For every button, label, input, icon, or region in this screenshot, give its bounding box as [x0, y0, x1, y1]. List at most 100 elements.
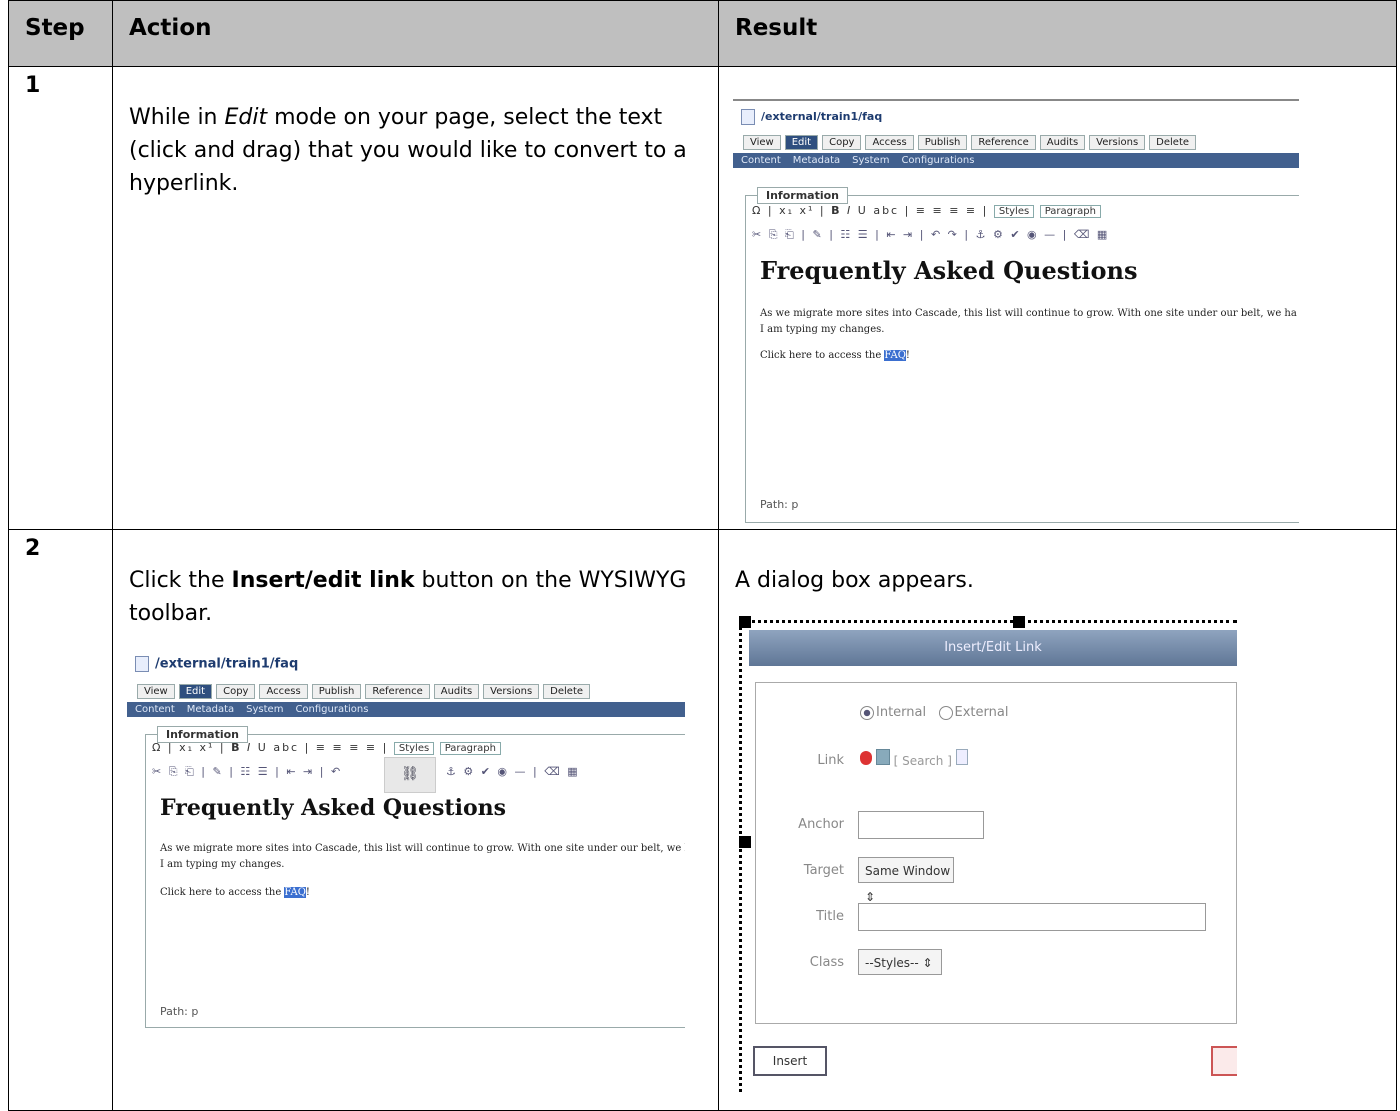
- action-cell: Click the Insert/edit link button on the…: [112, 529, 719, 1111]
- dialog-screenshot: Insert/Edit Link Internal External Link …: [739, 612, 1237, 1092]
- resize-handle[interactable]: [1013, 616, 1025, 628]
- target-select[interactable]: Same Window ⇕: [858, 857, 954, 904]
- tab-view[interactable]: View: [743, 135, 781, 150]
- action-text-emphasis: Edit: [224, 105, 268, 130]
- cms-tabs: View Edit Copy Access Publish Reference …: [743, 135, 1197, 150]
- faq-link-line: Click here to access the FAQ!: [760, 350, 910, 361]
- tab-access[interactable]: Access: [865, 135, 914, 150]
- radio-internal[interactable]: [860, 705, 874, 720]
- header-action: Action: [112, 0, 719, 67]
- selection-border: [739, 620, 1237, 623]
- radio-external[interactable]: [938, 705, 953, 720]
- tab-versions[interactable]: Versions: [483, 684, 540, 699]
- selected-text[interactable]: FAQ: [284, 887, 306, 898]
- tab-delete[interactable]: Delete: [543, 684, 591, 699]
- faq-link-line: Click here to access the FAQ!: [160, 887, 310, 898]
- action-text-part: Click the: [129, 568, 232, 593]
- editor-path-status: Path: p: [760, 498, 799, 511]
- link-type-radios: Internal External: [860, 705, 1008, 720]
- header-row: Step Action Result: [8, 0, 1397, 67]
- section-label: Information: [157, 726, 248, 743]
- tab-view[interactable]: View: [137, 684, 175, 699]
- result-cell: A dialog box appears. Insert/Edit Link I…: [718, 529, 1397, 1111]
- subtab-content[interactable]: Content: [741, 155, 781, 166]
- step-number: 1: [8, 66, 113, 530]
- toolbar-row-2: ✂ ⎘ ⎗ | ✎ | ☷ ☰ | ⇤ ⇥ | ↶ ↷ | ⚓ ⚙ ✔ ◉ — …: [752, 228, 1110, 241]
- link-chooser: [ Search ]: [860, 749, 968, 768]
- cms-subnav: Content Metadata System Configurations: [127, 702, 685, 717]
- action-text: Click the Insert/edit link button on the…: [113, 564, 718, 630]
- tab-reference[interactable]: Reference: [365, 684, 430, 699]
- styles-select[interactable]: Styles: [993, 205, 1035, 218]
- action-text-part: While in: [129, 105, 225, 130]
- editor-box: Ω | x₁ x¹ | B I U abc | ≡ ≡ ≡ ≡ | Styles…: [145, 734, 685, 1028]
- subtab-metadata[interactable]: Metadata: [187, 704, 234, 715]
- toolbar-row-2: ✂ ⎘ ⎗ | ✎ | ☷ ☰ | ⇤ ⇥ | ↶: [152, 765, 343, 778]
- resize-handle[interactable]: [739, 616, 751, 628]
- insert-button[interactable]: Insert: [753, 1046, 827, 1076]
- format-select[interactable]: Paragraph: [439, 742, 501, 755]
- toolbar-row-2-rest: ⚓ ⚙ ✔ ◉ — | ⌫ ▦: [446, 765, 580, 778]
- editor-screenshot: /external/train1/faq View Edit Copy Acce…: [733, 99, 1299, 523]
- dialog-title: Insert/Edit Link: [749, 630, 1237, 666]
- subtab-metadata[interactable]: Metadata: [793, 155, 840, 166]
- subtab-configurations[interactable]: Configurations: [901, 155, 974, 166]
- class-select[interactable]: --Styles-- ⇕: [858, 949, 942, 975]
- result-text: A dialog box appears.: [735, 568, 974, 593]
- page-icon[interactable]: [875, 749, 890, 765]
- subtab-system[interactable]: System: [852, 155, 889, 166]
- tab-copy[interactable]: Copy: [822, 135, 862, 150]
- subtab-content[interactable]: Content: [135, 704, 175, 715]
- action-text-emphasis: Insert/edit link: [231, 568, 415, 593]
- title-label: Title: [816, 909, 844, 924]
- tab-publish[interactable]: Publish: [917, 135, 968, 150]
- cms-tabs: View Edit Copy Access Publish Reference …: [137, 684, 591, 699]
- subtab-configurations[interactable]: Configurations: [295, 704, 368, 715]
- dialog-body: Internal External Link [ Search ] Anchor…: [755, 682, 1237, 1024]
- format-select[interactable]: Paragraph: [1039, 205, 1101, 218]
- styles-select[interactable]: Styles: [393, 742, 435, 755]
- title-input[interactable]: [858, 903, 1206, 931]
- result-cell: /external/train1/faq View Edit Copy Acce…: [718, 66, 1397, 530]
- page-path: /external/train1/faq: [741, 109, 882, 125]
- tab-copy[interactable]: Copy: [216, 684, 256, 699]
- editor-screenshot: /external/train1/faq View Edit Copy Acce…: [127, 650, 685, 1028]
- page-path: /external/train1/faq: [135, 656, 298, 672]
- table-row: 2 Click the Insert/edit link button on t…: [8, 529, 1397, 1111]
- link-chain-icon: ⛓: [401, 766, 419, 782]
- tab-edit[interactable]: Edit: [178, 684, 213, 699]
- tab-audits[interactable]: Audits: [433, 684, 480, 699]
- file-icon[interactable]: [955, 749, 968, 765]
- tab-access[interactable]: Access: [259, 684, 308, 699]
- editor-box: Ω | x₁ x¹ | B I U abc | ≡ ≡ ≡ ≡ | Styles…: [745, 195, 1299, 523]
- search-link[interactable]: [ Search ]: [894, 754, 952, 768]
- tab-edit[interactable]: Edit: [784, 135, 819, 150]
- target-label: Target: [803, 863, 844, 878]
- page-icon: [741, 109, 755, 125]
- action-cell: While in Edit mode on your page, select …: [112, 66, 719, 530]
- tab-reference[interactable]: Reference: [971, 135, 1036, 150]
- clear-link-icon[interactable]: [860, 751, 872, 765]
- tab-delete[interactable]: Delete: [1149, 135, 1197, 150]
- instruction-table: Step Action Result 1 While in Edit mode …: [8, 0, 1397, 1111]
- tab-publish[interactable]: Publish: [311, 684, 362, 699]
- link-label: Link: [817, 753, 844, 768]
- header-result: Result: [718, 0, 1397, 67]
- selection-border: [739, 622, 742, 1092]
- cms-subnav: Content Metadata System Configurations: [733, 153, 1299, 168]
- toolbar-row-1: Ω | x₁ x¹ | B I U abc | ≡ ≡ ≡ ≡ | Styles…: [152, 741, 501, 755]
- tab-audits[interactable]: Audits: [1039, 135, 1086, 150]
- toolbar-row-1: Ω | x₁ x¹ | B I U abc | ≡ ≡ ≡ ≡ | Styles…: [752, 204, 1101, 218]
- resize-handle[interactable]: [739, 836, 751, 848]
- selected-text[interactable]: FAQ: [884, 350, 906, 361]
- tab-versions[interactable]: Versions: [1089, 135, 1146, 150]
- subtab-system[interactable]: System: [246, 704, 283, 715]
- cancel-button[interactable]: [1211, 1046, 1237, 1076]
- anchor-label: Anchor: [798, 817, 844, 832]
- insert-link-button[interactable]: ⛓: [384, 757, 436, 793]
- faq-paragraph-line: I am typing my changes.: [760, 324, 885, 335]
- faq-heading: Frequently Asked Questions: [160, 795, 507, 821]
- faq-paragraph-line: I am typing my changes.: [160, 859, 285, 870]
- anchor-input[interactable]: [858, 811, 984, 839]
- class-label: Class: [809, 955, 844, 970]
